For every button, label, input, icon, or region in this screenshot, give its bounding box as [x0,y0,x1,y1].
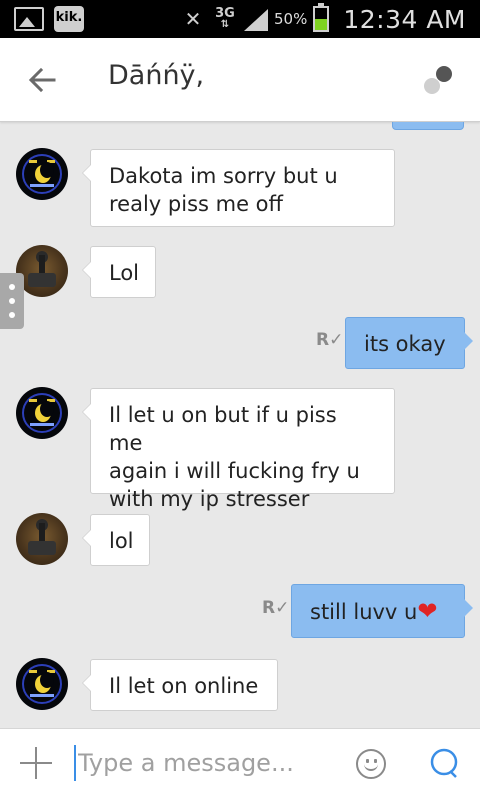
incoming-message: lol [82,514,150,566]
read-receipt-icon: R✓ [316,330,344,350]
previous-message-bubble [392,122,464,130]
incoming-message: Il let on online [82,659,278,711]
incoming-message: Lol [82,246,156,298]
message-list[interactable]: Dakota im sorry but u realy piss me off … [0,122,480,728]
gallery-icon [14,7,44,31]
battery-icon [313,3,330,32]
send-icon [430,748,458,778]
clock: 12:34 AM [343,4,466,34]
conversation-header: Dāńńÿ, [0,38,480,122]
send-button[interactable] [428,747,460,779]
kik-icon: kik. [54,6,84,32]
incoming-message: Dakota im sorry but u realy piss me off [82,149,395,227]
avatar[interactable] [16,658,68,710]
profile-dots-icon[interactable] [424,64,454,94]
battery-fill [315,19,328,30]
avatar[interactable] [16,387,68,439]
avatar[interactable] [16,513,68,565]
heart-emoji: ❤ [417,597,438,625]
smiley-icon[interactable] [356,749,386,779]
signal-icon [242,7,268,31]
message-input[interactable] [74,745,344,781]
side-drawer-handle[interactable] [0,273,24,329]
outgoing-message: its okay [345,317,473,369]
status-bar: kik. ✕ 3G ⇅ 50% 12:34 AM [0,0,480,38]
message-composer [0,728,480,800]
outgoing-message-text: still luvv u [310,600,418,624]
read-receipt-icon: R✓ [262,598,290,618]
incoming-message: Il let u on but if u piss me again i wil… [82,388,395,511]
avatar[interactable] [16,148,68,200]
battery-percent: 50% [273,10,308,28]
plus-icon[interactable] [20,747,52,779]
contact-name[interactable]: Dāńńÿ, [108,60,204,91]
arrow-left-icon [28,67,56,93]
network-icon: 3G ⇅ [215,6,235,30]
back-button[interactable] [24,62,60,98]
mute-icon: ✕ [184,7,202,31]
outgoing-message: still luvv u❤ [291,584,473,638]
